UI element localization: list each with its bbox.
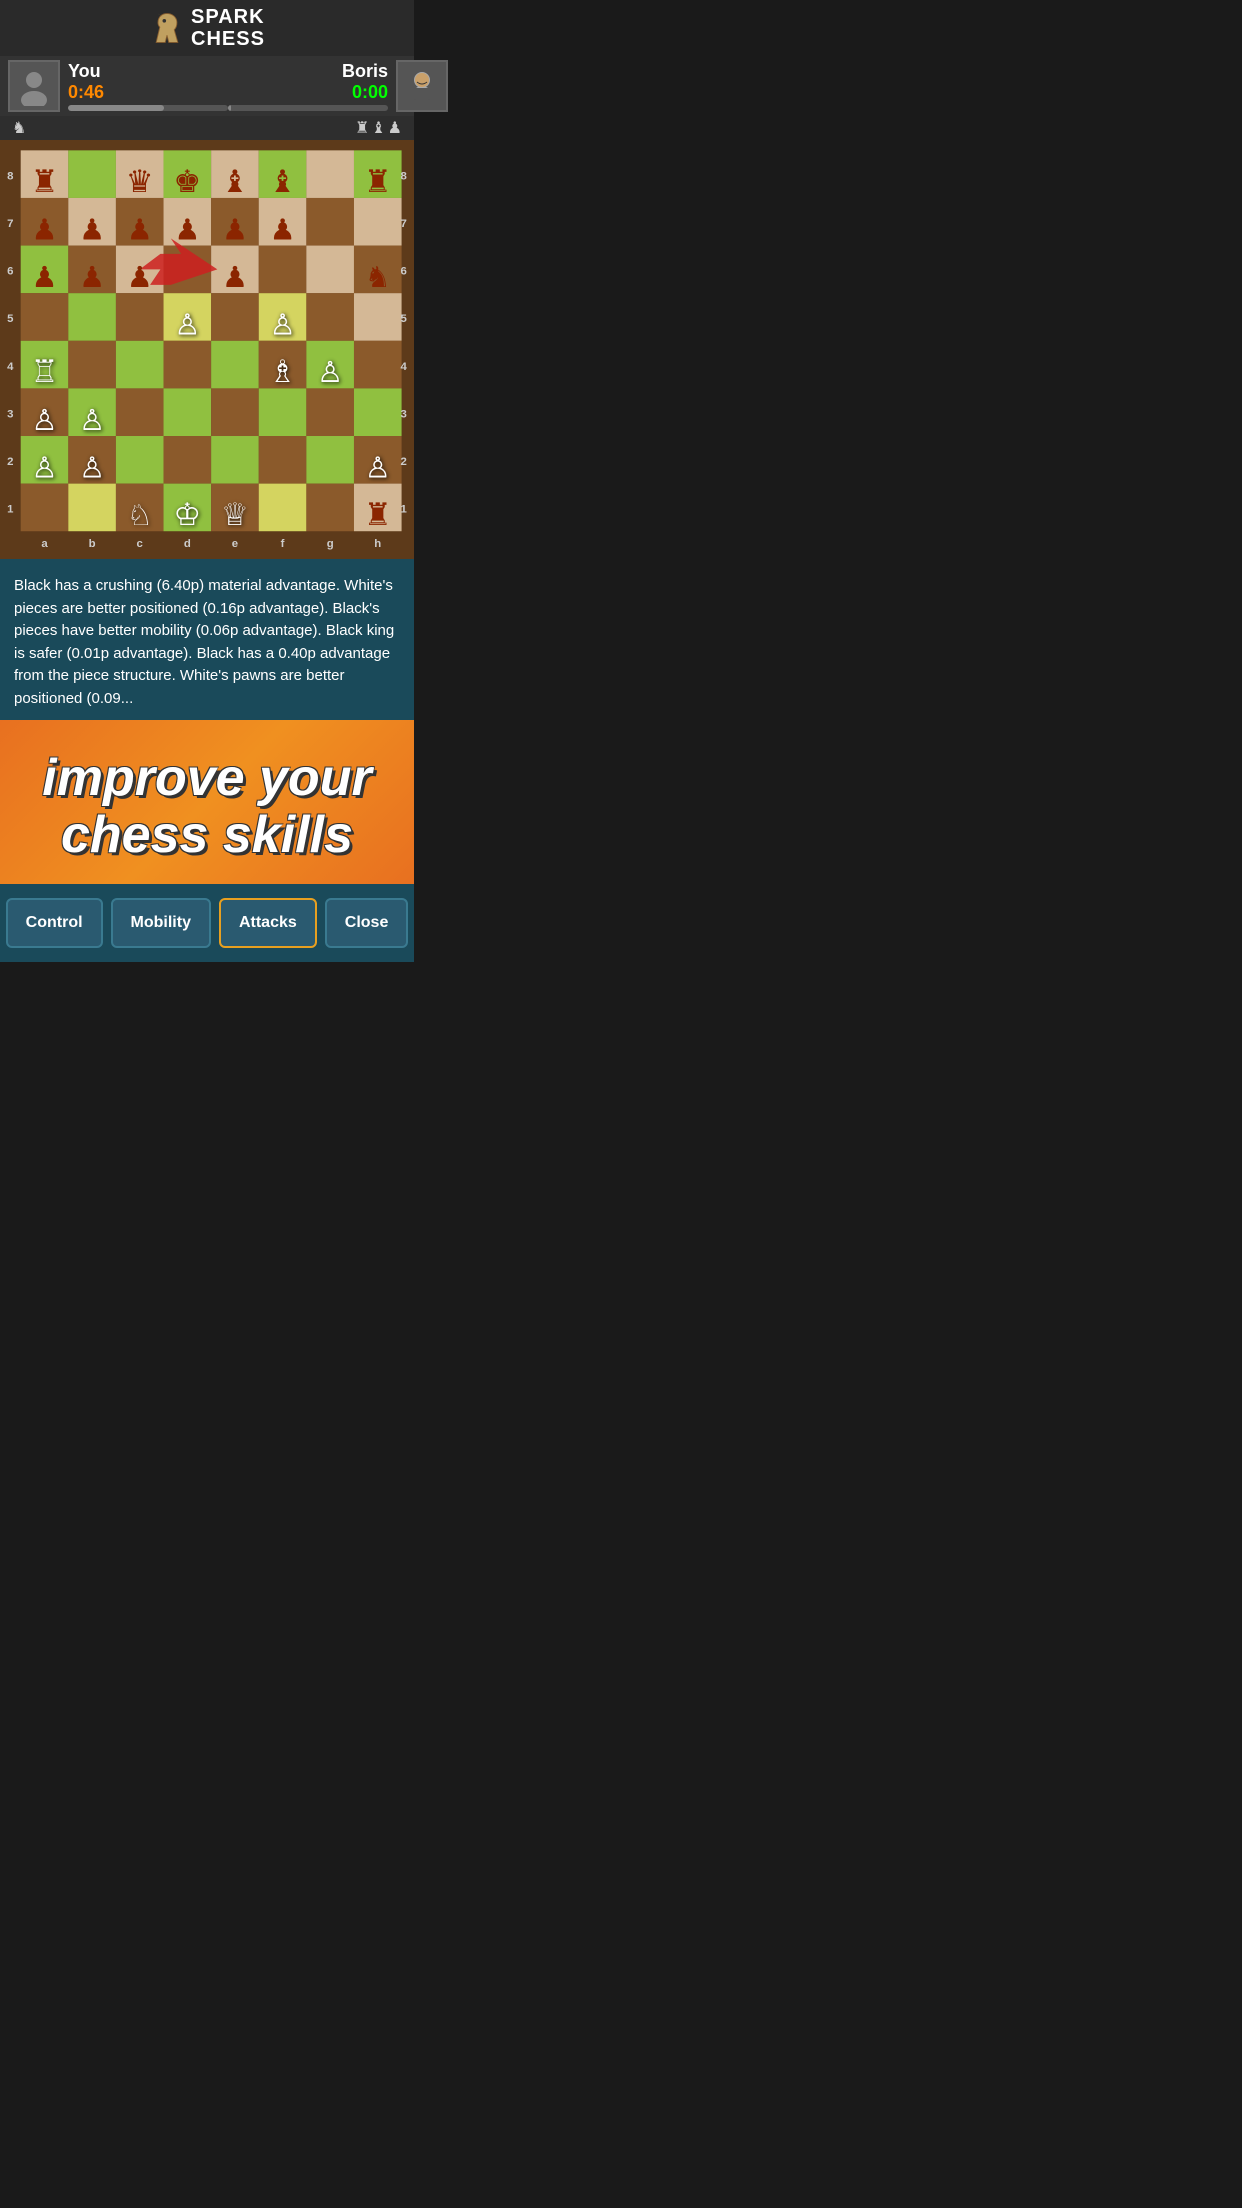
svg-text:♟: ♟ xyxy=(79,262,105,294)
close-button[interactable]: Close xyxy=(325,898,409,948)
attacks-button[interactable]: Attacks xyxy=(219,898,317,948)
player-you-name: You xyxy=(68,61,228,82)
svg-text:♘: ♘ xyxy=(127,500,153,532)
svg-text:3: 3 xyxy=(400,408,406,420)
logo-horse-icon xyxy=(149,10,185,46)
svg-text:♙: ♙ xyxy=(270,310,296,342)
svg-text:7: 7 xyxy=(7,218,13,230)
svg-text:♙: ♙ xyxy=(174,310,200,342)
player-boris-name: Boris xyxy=(342,61,388,82)
header: SPARK CHESS xyxy=(0,0,414,56)
mobility-button[interactable]: Mobility xyxy=(111,898,211,948)
chess-board[interactable]: 8 7 6 5 4 3 2 1 8 7 6 5 4 3 2 1 a b c d … xyxy=(0,140,414,554)
svg-text:1: 1 xyxy=(7,504,14,516)
svg-text:a: a xyxy=(41,538,48,550)
svg-text:♗: ♗ xyxy=(269,354,297,389)
avatar-boris xyxy=(396,60,448,112)
captured-you: ♞ xyxy=(12,118,26,138)
svg-text:2: 2 xyxy=(7,456,13,468)
player-you-progress-fill xyxy=(68,105,164,111)
promo-line1: improve your xyxy=(42,749,371,807)
player-you-details: You 0:46 xyxy=(68,61,228,111)
svg-text:8: 8 xyxy=(400,170,406,182)
promo-line2: chess skills xyxy=(61,806,353,864)
svg-text:4: 4 xyxy=(7,361,14,373)
svg-text:♝: ♝ xyxy=(221,164,249,199)
svg-text:♜: ♜ xyxy=(31,164,59,199)
svg-text:5: 5 xyxy=(7,313,14,325)
svg-text:♙: ♙ xyxy=(32,452,58,484)
analysis-text: Black has a crushing (6.40p) material ad… xyxy=(14,575,400,710)
avatar-you xyxy=(8,60,60,112)
svg-text:7: 7 xyxy=(400,218,406,230)
svg-text:h: h xyxy=(374,538,381,550)
svg-text:♜: ♜ xyxy=(364,164,392,199)
svg-text:5: 5 xyxy=(400,313,407,325)
captured-pieces: ♞ ♜ ♝ ♟ xyxy=(0,116,414,140)
svg-text:3: 3 xyxy=(7,408,13,420)
player-you-timer: 0:46 xyxy=(68,82,228,103)
promo-banner: improve your chess skills xyxy=(0,720,414,884)
svg-text:♖: ♖ xyxy=(31,354,59,389)
svg-text:♟: ♟ xyxy=(222,262,248,294)
svg-text:♞: ♞ xyxy=(365,262,391,294)
svg-text:♟: ♟ xyxy=(32,214,58,246)
player-you-progress xyxy=(68,105,228,111)
svg-text:♟: ♟ xyxy=(32,262,58,294)
logo: SPARK CHESS xyxy=(149,6,265,50)
player-boris-timer: 0:00 xyxy=(352,82,388,103)
svg-text:♝: ♝ xyxy=(269,164,297,199)
svg-text:6: 6 xyxy=(7,266,13,278)
svg-text:♙: ♙ xyxy=(32,405,58,437)
svg-text:♟: ♟ xyxy=(127,214,153,246)
svg-text:2: 2 xyxy=(400,456,406,468)
logo-text: SPARK CHESS xyxy=(191,6,265,50)
player-boris-progress-fill xyxy=(228,105,231,111)
player-boris-progress xyxy=(228,105,388,111)
svg-text:4: 4 xyxy=(400,361,407,373)
analysis-panel: Black has a crushing (6.40p) material ad… xyxy=(0,559,414,720)
captured-boris: ♜ ♝ ♟ xyxy=(355,118,402,138)
svg-text:8: 8 xyxy=(7,170,13,182)
player-boris-details: Boris 0:00 xyxy=(228,61,388,111)
svg-text:b: b xyxy=(89,538,96,550)
svg-text:♛: ♛ xyxy=(126,164,154,199)
svg-text:c: c xyxy=(137,538,143,550)
svg-text:♜: ♜ xyxy=(364,497,392,532)
player-boris: Boris 0:00 xyxy=(228,60,448,112)
button-bar: Control Mobility Attacks Close xyxy=(0,884,414,962)
svg-text:♚: ♚ xyxy=(173,164,201,199)
svg-text:♟: ♟ xyxy=(79,214,105,246)
svg-text:♟: ♟ xyxy=(222,214,248,246)
promo-text: improve your chess skills xyxy=(20,750,394,864)
player-you: You 0:46 xyxy=(8,60,228,112)
svg-text:♟: ♟ xyxy=(270,214,296,246)
svg-text:♙: ♙ xyxy=(79,405,105,437)
svg-text:d: d xyxy=(184,538,191,550)
control-button[interactable]: Control xyxy=(6,898,103,948)
svg-text:f: f xyxy=(281,538,285,550)
svg-text:♟: ♟ xyxy=(127,262,153,294)
svg-text:1: 1 xyxy=(400,504,407,516)
svg-text:g: g xyxy=(327,538,334,550)
svg-text:6: 6 xyxy=(400,266,406,278)
svg-text:e: e xyxy=(232,538,238,550)
player-bar: You 0:46 Boris 0:00 xyxy=(0,56,414,116)
svg-text:♔: ♔ xyxy=(173,497,201,532)
svg-text:♕: ♕ xyxy=(221,497,249,532)
svg-text:♙: ♙ xyxy=(317,357,343,389)
chess-board-container: 8 7 6 5 4 3 2 1 8 7 6 5 4 3 2 1 a b c d … xyxy=(0,140,414,559)
svg-text:♙: ♙ xyxy=(79,452,105,484)
svg-text:♟: ♟ xyxy=(174,214,200,246)
svg-text:♙: ♙ xyxy=(365,452,391,484)
